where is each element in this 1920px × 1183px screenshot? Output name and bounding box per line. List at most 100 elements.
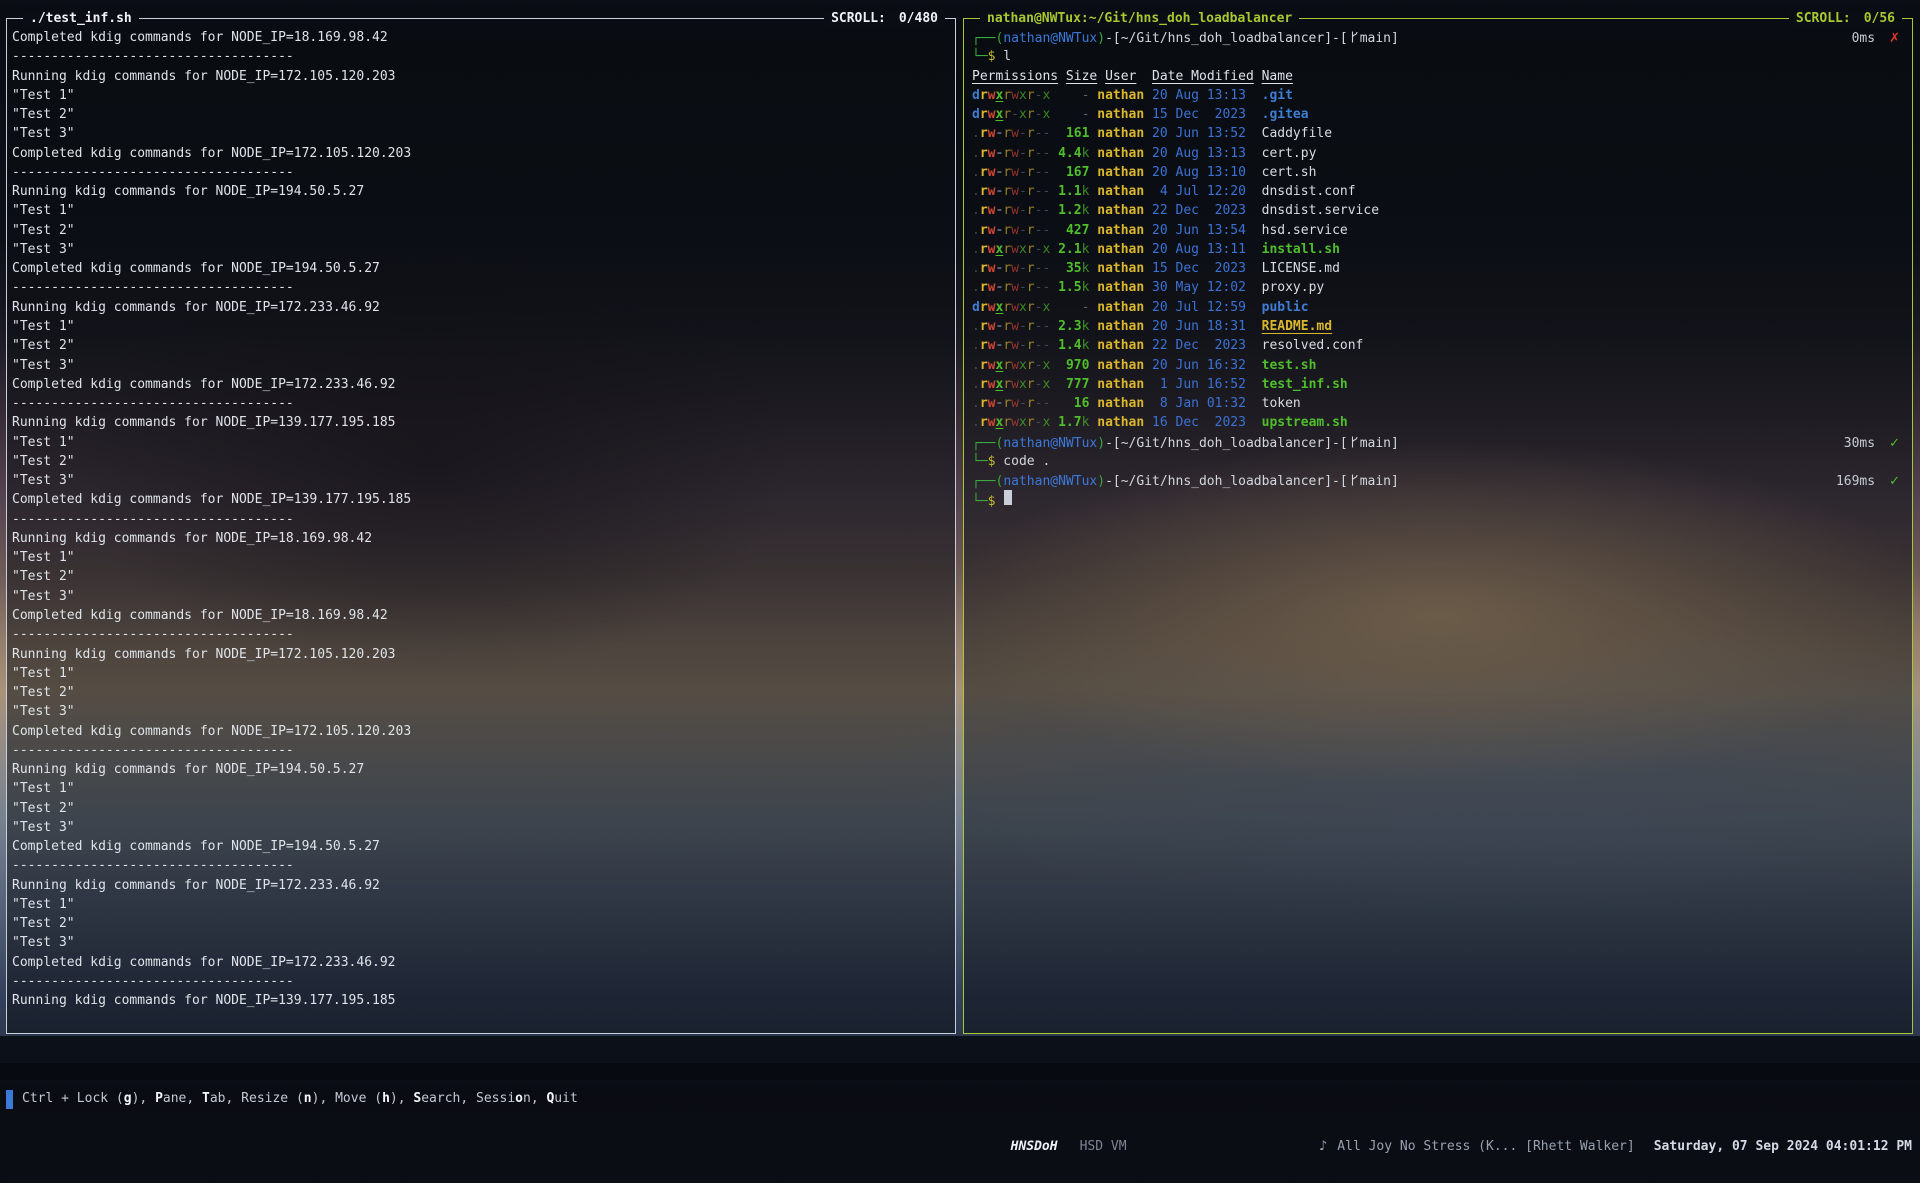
keybinding-hints: Ctrl + Lock (g), Pane, Tab, Resize (n), … [6, 1087, 578, 1111]
terminal-line: ------------------------------------ [12, 394, 951, 413]
terminal-line: Running kdig commands for NODE_IP=194.50… [12, 182, 951, 201]
file-name: LICENSE.md [1262, 259, 1340, 278]
terminal-line: Completed kdig commands for NODE_IP=172.… [12, 722, 951, 741]
file-size: - [1050, 86, 1089, 105]
terminal-line: "Test 2" [12, 105, 951, 124]
terminal-line: "Test 3" [12, 240, 951, 259]
file-date: 20 Jun 16:32 [1144, 356, 1246, 375]
file-name: .git [1262, 86, 1293, 105]
terminal-line: Completed kdig commands for NODE_IP=172.… [12, 953, 951, 972]
datetime: Saturday, 07 Sep 2024 04:01:12 PM [1654, 1135, 1912, 1159]
file-owner: nathan [1089, 144, 1144, 163]
file-date: 30 May 12:02 [1144, 278, 1246, 297]
terminal-line: Completed kdig commands for NODE_IP=18.1… [12, 28, 951, 47]
scroll-label: SCROLL: [1796, 11, 1851, 26]
mode-indicator [6, 1090, 13, 1109]
file-name: test.sh [1262, 356, 1317, 375]
left-pane-content: Completed kdig commands for NODE_IP=18.1… [12, 28, 951, 1029]
terminal-line: ------------------------------------ [12, 856, 951, 875]
file-name: cert.py [1262, 144, 1317, 163]
file-size: 1.1k [1050, 182, 1089, 201]
scroll-value: 0/56 [1864, 11, 1895, 26]
terminal-line: "Test 2" [12, 914, 951, 933]
terminal-line: Completed kdig commands for NODE_IP=172.… [12, 144, 951, 163]
terminal-line: Completed kdig commands for NODE_IP=194.… [12, 837, 951, 856]
file-date: 20 Jun 13:52 [1144, 124, 1246, 143]
terminal-line: ------------------------------------ [12, 972, 951, 991]
file-size: 16 [1050, 394, 1089, 413]
command-line: └─$ l [972, 47, 1908, 66]
file-size: 4.4k [1050, 144, 1089, 163]
file-permissions: drwxrwxr-x [972, 298, 1050, 317]
file-owner: nathan [1089, 201, 1144, 220]
file-size: 970 [1050, 356, 1089, 375]
file-date: 8 Jan 01:32 [1144, 394, 1246, 413]
file-name: install.sh [1262, 240, 1340, 259]
host-label: HSD VM [1080, 1139, 1127, 1154]
file-size: 1.4k [1050, 336, 1089, 355]
file-owner: nathan [1089, 356, 1144, 375]
now-playing-text: All Joy No Stress (K... [Rhett Walker] [1337, 1139, 1634, 1154]
terminal-line: Running kdig commands for NODE_IP=139.17… [12, 991, 951, 1010]
left-pane-title: ./test_inf.sh [23, 10, 139, 27]
file-permissions: .rw-rw-r-- [972, 317, 1050, 336]
file-size: 1.2k [1050, 201, 1089, 220]
file-permissions: .rwxrwxr-x [972, 240, 1050, 259]
terminal-line: ------------------------------------ [12, 625, 951, 644]
music-note-icon: ♪ [1319, 1139, 1327, 1154]
terminal-line: "Test 3" [12, 818, 951, 837]
terminal-line: ------------------------------------ [12, 278, 951, 297]
terminal-line: "Test 3" [12, 702, 951, 721]
text-cursor [1004, 490, 1012, 505]
file-owner: nathan [1089, 259, 1144, 278]
file-date: 4 Jul 12:20 [1144, 182, 1246, 201]
file-size: 1.7k [1050, 413, 1089, 432]
file-owner: nathan [1089, 86, 1144, 105]
command-line: └─$ code . [972, 452, 1908, 471]
file-size: 1.5k [1050, 278, 1089, 297]
file-name: dnsdist.service [1262, 201, 1379, 220]
file-date: 22 Dec 2023 [1144, 336, 1246, 355]
file-permissions: .rw-rw-r-- [972, 182, 1050, 201]
terminal-line: Completed kdig commands for NODE_IP=139.… [12, 490, 951, 509]
left-pane-scroll-indicator: SCROLL:0/480 [824, 10, 945, 27]
file-permissions: .rw-rw-r-- [972, 124, 1050, 143]
terminal-line: "Test 2" [12, 452, 951, 471]
file-owner: nathan [1089, 124, 1144, 143]
file-row: .rw-rw-r-- 4.4k nathan 20 Aug 13:13 cert… [972, 144, 1908, 163]
right-pane[interactable]: nathan@NWTux:~/Git/hns_doh_loadbalancer … [963, 18, 1913, 1034]
file-size: 427 [1050, 221, 1089, 240]
terminal-line: Running kdig commands for NODE_IP=172.23… [12, 298, 951, 317]
terminal-line: "Test 1" [12, 86, 951, 105]
left-pane[interactable]: ./test_inf.sh SCROLL:0/480 Completed kdi… [6, 18, 956, 1034]
file-row: .rwxrwxr-x 970 nathan 20 Jun 16:32 test.… [972, 356, 1908, 375]
file-row: .rw-rw-r-- 1.4k nathan 22 Dec 2023 resol… [972, 336, 1908, 355]
file-permissions: .rw-rw-r-- [972, 163, 1050, 182]
file-name: dnsdist.conf [1262, 182, 1356, 201]
file-date: 20 Jul 12:59 [1144, 298, 1246, 317]
file-row: .rw-rw-r-- 161 nathan 20 Jun 13:52 Caddy… [972, 124, 1908, 143]
file-permissions: .rw-rw-r-- [972, 259, 1050, 278]
file-row: .rwxrwxr-x 1.7k nathan 16 Dec 2023 upstr… [972, 413, 1908, 432]
terminal-line: "Test 2" [12, 683, 951, 702]
file-size: - [1050, 298, 1089, 317]
file-permissions: .rw-rw-r-- [972, 394, 1050, 413]
file-permissions: .rwxrwxr-x [972, 356, 1050, 375]
file-size: 167 [1050, 163, 1089, 182]
file-row: drwxr-xr-x - nathan 15 Dec 2023 .gitea [972, 105, 1908, 124]
file-name: Caddyfile [1262, 124, 1332, 143]
file-size: - [1050, 105, 1089, 124]
prompt-line: ┌──(nathan@NWTux)-[~/Git/hns_doh_loadbal… [972, 471, 1908, 490]
file-owner: nathan [1089, 375, 1144, 394]
terminal-line: "Test 3" [12, 933, 951, 952]
file-owner: nathan [1089, 336, 1144, 355]
file-date: 20 Jun 18:31 [1144, 317, 1246, 336]
file-name: .gitea [1262, 105, 1309, 124]
file-date: 15 Dec 2023 [1144, 105, 1246, 124]
file-permissions: .rw-rw-r-- [972, 221, 1050, 240]
file-date: 22 Dec 2023 [1144, 201, 1246, 220]
file-row: .rw-rw-r-- 427 nathan 20 Jun 13:54 hsd.s… [972, 221, 1908, 240]
right-pane-scroll-indicator: SCROLL: 0/56 [1789, 10, 1902, 27]
terminal-line: ------------------------------------ [12, 163, 951, 182]
terminal-line: "Test 3" [12, 124, 951, 143]
